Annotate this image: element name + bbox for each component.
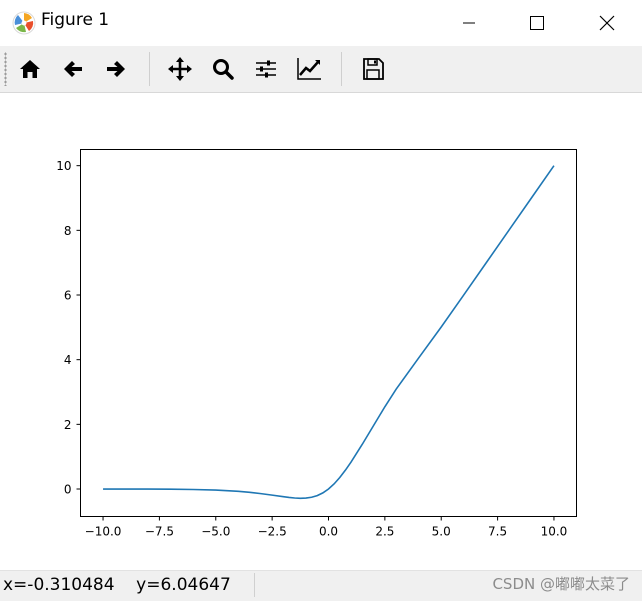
- y-tick-label: 6: [64, 289, 72, 303]
- floppy-disk-icon: [363, 58, 384, 80]
- y-tick-label: 2: [64, 418, 72, 432]
- arrow-right-icon: [107, 61, 125, 77]
- figure-canvas[interactable]: −10.0 −7.5 −5.0 −2.5 0.0 2.5 5.0 7.5 10.0 0 2 4 6 8 1…: [0, 93, 642, 570]
- magnifier-icon: [213, 59, 234, 80]
- x-tick-label: −5.0: [201, 525, 230, 539]
- y-tick-label: 10: [56, 159, 71, 173]
- minimize-icon: [463, 22, 475, 24]
- x-tick-label: 5.0: [432, 525, 451, 539]
- home-button[interactable]: [14, 53, 46, 85]
- forward-button[interactable]: [100, 53, 132, 85]
- x-tick-label: 2.5: [375, 525, 394, 539]
- configure-subplots-button[interactable]: [250, 53, 282, 85]
- minimize-button[interactable]: [434, 0, 504, 46]
- status-separator: [254, 573, 255, 597]
- x-tick-label: −7.5: [145, 525, 174, 539]
- toolbar-separator: [341, 52, 342, 86]
- sliders-icon: [256, 60, 276, 78]
- close-button[interactable]: [572, 0, 642, 46]
- cursor-coordinates: x=-0.310484 y=6.04647: [3, 575, 231, 595]
- x-tick-label: 7.5: [488, 525, 507, 539]
- edit-axis-button[interactable]: [293, 53, 325, 85]
- x-tick-label: 0.0: [319, 525, 338, 539]
- maximize-button[interactable]: [502, 0, 572, 46]
- matplotlib-logo-icon: [12, 11, 36, 35]
- status-bar: x=-0.310484 y=6.04647 CSDN @嘟嘟太菜了: [0, 570, 642, 601]
- save-button[interactable]: [357, 53, 389, 85]
- y-tick-label: 0: [64, 483, 72, 497]
- line-plot[interactable]: −10.0 −7.5 −5.0 −2.5 0.0 2.5 5.0 7.5 10.0 0 2 4 6 8 1…: [0, 93, 642, 570]
- move-icon: [168, 57, 192, 81]
- back-button[interactable]: [57, 53, 89, 85]
- x-tick-label: 10.0: [541, 525, 568, 539]
- navigation-toolbar: [0, 46, 642, 93]
- chart-line-icon: [297, 58, 321, 80]
- x-tick-label: −2.5: [258, 525, 287, 539]
- watermark-text: CSDN @嘟嘟太菜了: [492, 575, 630, 593]
- pan-button[interactable]: [164, 53, 196, 85]
- close-icon: [599, 15, 615, 31]
- window-titlebar: Figure 1: [0, 0, 642, 46]
- arrow-left-icon: [64, 61, 82, 77]
- y-tick-label: 4: [64, 353, 72, 367]
- x-tick-label: −10.0: [85, 525, 122, 539]
- window-title: Figure 1: [41, 10, 110, 30]
- y-tick-label: 8: [64, 224, 72, 238]
- toolbar-separator: [149, 52, 150, 86]
- maximize-icon: [530, 16, 544, 30]
- zoom-button[interactable]: [207, 53, 239, 85]
- home-icon: [20, 60, 40, 78]
- axes-frame: [80, 149, 577, 517]
- toolbar-grip[interactable]: [4, 52, 7, 86]
